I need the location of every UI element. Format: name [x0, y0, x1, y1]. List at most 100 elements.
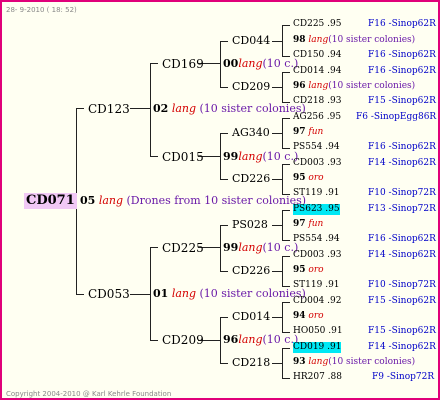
- leaf-colony[interactable]: AG256 .95: [293, 112, 341, 123]
- leaf-origin: F15 -Sinop62R: [368, 326, 436, 336]
- connector: [76, 294, 84, 295]
- mating-label: 02 lang (10 sister colonies): [153, 102, 306, 115]
- year-number: 02: [153, 102, 169, 115]
- line-label: lang: [308, 81, 329, 91]
- year-number: 95: [293, 173, 306, 183]
- colony-node[interactable]: CD218: [232, 357, 270, 369]
- sister-note: (10 sister colonies): [328, 35, 416, 45]
- year-number: 05: [80, 194, 96, 207]
- mating-label: 98 lang(10 sister colonies): [293, 35, 415, 46]
- connector: [282, 256, 283, 286]
- line-label: oro: [308, 173, 324, 183]
- connector: [220, 317, 228, 318]
- colony-node[interactable]: CD053: [88, 287, 130, 301]
- mating-label: 01 lang (10 sister colonies): [153, 287, 306, 300]
- connector: [282, 118, 290, 119]
- leaf-colony[interactable]: HO050 .91: [293, 326, 343, 337]
- leaf-colony[interactable]: PS554 .94: [293, 142, 340, 153]
- colony-node[interactable]: CD015: [162, 150, 204, 164]
- connector: [130, 108, 150, 109]
- sister-note: (10 sister colonies): [328, 357, 416, 367]
- connector: [76, 108, 84, 109]
- colony-node[interactable]: CD169: [162, 57, 204, 71]
- colony-node[interactable]: CD014: [232, 311, 270, 323]
- connector: [220, 133, 221, 179]
- connector: [282, 378, 290, 379]
- drone-note: (Drones from 10 sister colonies): [126, 194, 307, 207]
- connector: [282, 164, 290, 165]
- year-number: 00: [223, 57, 239, 70]
- connector: [282, 302, 290, 303]
- connector: [150, 247, 151, 340]
- sister-note: (10 sister colonies): [199, 287, 306, 300]
- leaf-colony[interactable]: PS554 .94: [293, 234, 340, 245]
- year-number: 96: [223, 333, 239, 346]
- colony-node[interactable]: CD209: [162, 333, 204, 347]
- connector: [220, 363, 228, 364]
- leaf-colony[interactable]: HR207 .88: [293, 372, 342, 383]
- sister-note: (10 sister colonies): [199, 102, 306, 115]
- year-number: 99: [223, 150, 239, 163]
- leaf-colony[interactable]: CD014 .94: [293, 66, 341, 77]
- leaf-colony[interactable]: ST119 .91: [293, 280, 340, 291]
- connector: [282, 348, 290, 349]
- root-colony[interactable]: CD071: [24, 193, 77, 209]
- connector: [282, 348, 283, 378]
- connector: [282, 72, 290, 73]
- leaf-origin: F10 -Sinop72R: [368, 188, 436, 198]
- connector: [282, 210, 290, 211]
- mating-label: 93 lang(10 sister colonies): [293, 357, 415, 368]
- connector: [272, 271, 282, 272]
- connector: [282, 256, 290, 257]
- leaf-origin: F14 -Sinop62R: [368, 342, 436, 352]
- year-number: 99: [223, 241, 239, 254]
- leaf-colony[interactable]: CD225 .95: [293, 19, 341, 30]
- leaf-colony[interactable]: CD003 .93: [293, 158, 341, 169]
- colony-node[interactable]: PS028: [232, 219, 268, 231]
- connector: [272, 179, 282, 180]
- colony-node[interactable]: CD209: [232, 81, 270, 93]
- leaf-colony[interactable]: CD003 .93: [293, 250, 341, 261]
- connector: [272, 133, 282, 134]
- connector: [220, 179, 228, 180]
- colony-node[interactable]: CD225: [162, 241, 204, 255]
- year-number: 96: [293, 81, 306, 91]
- leaf-origin: F15 -Sinop62R: [368, 96, 436, 106]
- pedigree-chart: 28- 9-2010 ( 18: 52) CD071 05 lang (Dron…: [0, 0, 440, 400]
- connector: [282, 25, 290, 26]
- leaf-colony[interactable]: CD150 .94: [293, 50, 341, 61]
- colony-node[interactable]: CD123: [88, 102, 130, 116]
- colony-node[interactable]: CD044: [232, 35, 270, 47]
- connector: [220, 271, 228, 272]
- connector: [282, 210, 283, 240]
- connector: [150, 247, 158, 248]
- year-number: 97: [293, 219, 306, 229]
- leaf-colony-highlighted[interactable]: PS623 .95: [293, 204, 340, 215]
- year-number: 95: [293, 265, 306, 275]
- leaf-colony[interactable]: CD218 .93: [293, 96, 341, 107]
- connector: [272, 317, 282, 318]
- colony-node[interactable]: CD226: [232, 173, 270, 185]
- line-label: lang: [171, 102, 197, 115]
- leaf-colony[interactable]: ST119 .91: [293, 188, 340, 199]
- connector: [150, 156, 158, 157]
- colony-node[interactable]: AG340: [232, 127, 270, 139]
- leaf-origin: F16 -Sinop62R: [368, 19, 436, 29]
- leaf-colony-highlighted[interactable]: CD019 .91: [293, 342, 342, 353]
- mating-label: 96 lang(10 sister colonies): [293, 81, 415, 92]
- line-label: lang: [98, 194, 124, 207]
- line-label: lang: [171, 287, 197, 300]
- year-number: 01: [153, 287, 169, 300]
- leaf-origin: F16 -Sinop62R: [368, 142, 436, 152]
- connector: [220, 87, 228, 88]
- leaf-origin: F14 -Sinop62R: [368, 158, 436, 168]
- colony-node[interactable]: CD226: [232, 265, 270, 277]
- leaf-colony[interactable]: CD004 .92: [293, 296, 341, 307]
- line-label: lang: [238, 57, 263, 70]
- connector: [130, 294, 150, 295]
- connector: [220, 133, 228, 134]
- sister-note: (10 sister colonies): [328, 81, 416, 91]
- year-number: 94: [293, 311, 306, 321]
- connector: [272, 363, 282, 364]
- line-label: lang: [238, 150, 263, 163]
